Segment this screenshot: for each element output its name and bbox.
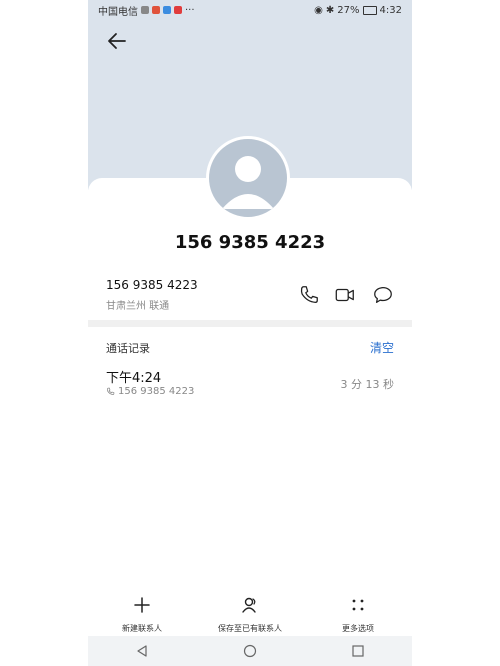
app-notification-icon — [152, 6, 160, 14]
signal-icon — [141, 6, 149, 14]
call-duration: 3 分 13 秒 — [340, 378, 395, 391]
app-notification-icon — [163, 6, 171, 14]
outgoing-call-icon — [107, 387, 115, 395]
system-navigation-bar — [88, 636, 412, 666]
call-log-title: 通话记录 — [106, 342, 150, 355]
more-dots-icon — [352, 599, 364, 611]
status-right: ◉ ✱ 27% 4:32 — [314, 5, 402, 16]
person-placeholder-icon — [222, 156, 274, 209]
back-button[interactable] — [106, 30, 128, 52]
call-number-line: 156 9385 4223 — [106, 386, 194, 397]
nav-back-button[interactable] — [132, 641, 152, 661]
call-time: 下午4:24 — [106, 371, 162, 386]
battery-icon — [362, 5, 377, 15]
number-info: 156 9385 4223 甘肃兰州 联通 — [106, 278, 198, 312]
number-location: 甘肃兰州 联通 — [106, 301, 170, 312]
new-contact-label: 新建联系人 — [122, 624, 162, 633]
nav-home-button[interactable] — [240, 641, 260, 661]
section-divider — [88, 320, 412, 327]
phone-icon — [300, 286, 318, 303]
new-contact-button[interactable]: 新建联系人 — [97, 592, 187, 634]
carrier-label: 中国电信 — [98, 6, 138, 18]
square-recents-icon — [352, 645, 364, 657]
battery-percent: 27% — [337, 4, 360, 16]
contact-number-title: 156 9385 4223 — [174, 232, 326, 253]
clock: 4:32 — [379, 4, 402, 16]
phone-number[interactable]: 156 9385 4223 — [106, 278, 198, 292]
clear-call-log-button[interactable]: 清空 — [370, 339, 394, 356]
save-to-existing-label: 保存至已有联系人 — [218, 624, 282, 633]
more-options-button[interactable]: 更多选项 — [313, 592, 403, 634]
call-number: 156 9385 4223 — [118, 386, 195, 397]
more-notifications-icon: ··· — [185, 4, 195, 16]
app-notification-icon — [174, 6, 182, 14]
bluetooth-icon: ✱ — [325, 4, 335, 16]
call-log-entry[interactable]: 下午4:24 156 9385 4223 3 分 13 秒 — [88, 364, 412, 406]
triangle-back-icon — [137, 645, 147, 657]
more-options-label: 更多选项 — [342, 624, 374, 633]
message-button[interactable] — [372, 284, 394, 306]
plus-icon — [134, 597, 150, 613]
nav-recents-button[interactable] — [348, 641, 368, 661]
avatar — [206, 136, 290, 220]
eye-icon: ◉ — [314, 4, 323, 16]
person-icon — [242, 597, 256, 613]
call-button[interactable] — [298, 284, 320, 306]
phone-screen: 中国电信 ··· ◉ ✱ 27% 4:32 156 9385 4223 156 … — [88, 0, 412, 666]
circle-home-icon — [243, 644, 257, 658]
back-arrow-icon — [108, 33, 126, 49]
status-bar: 中国电信 ··· ◉ ✱ 27% 4:32 — [88, 0, 412, 20]
message-icon — [374, 287, 392, 303]
bottom-action-bar: 新建联系人 保存至已有联系人 更多选项 — [88, 592, 412, 634]
save-to-existing-contact-button[interactable]: 保存至已有联系人 — [205, 592, 295, 634]
video-call-icon — [335, 288, 354, 302]
video-call-button[interactable] — [334, 284, 356, 306]
status-left: 中国电信 ··· — [98, 3, 195, 18]
